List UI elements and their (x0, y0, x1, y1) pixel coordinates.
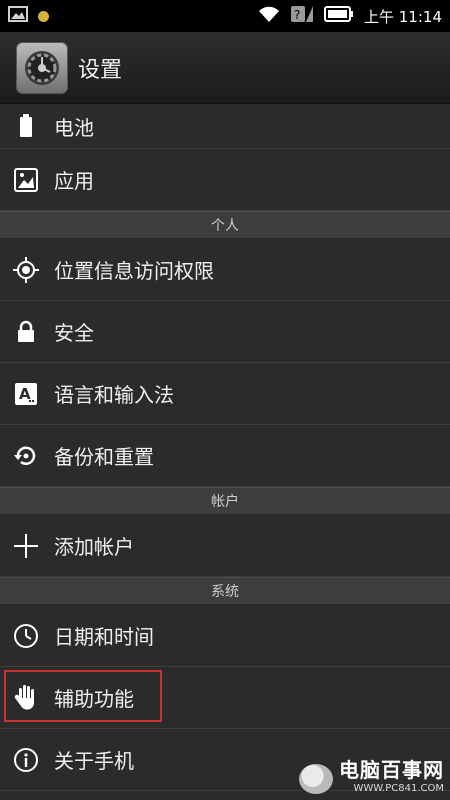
watermark-text: 电脑百事网 WWW.PC841.COM (339, 754, 444, 794)
watermark-logo-icon (299, 764, 333, 794)
battery-icon (12, 112, 40, 140)
watermark: 电脑百事网 WWW.PC841.COM (299, 754, 444, 794)
setting-label: 添加帐户 (54, 535, 134, 559)
watermark-main: 电脑百事网 (339, 758, 444, 782)
setting-label: 语言和输入法 (54, 383, 174, 407)
svg-text:?: ? (294, 8, 300, 22)
page-title: 设置 (78, 57, 123, 83)
wifi-icon (258, 5, 280, 27)
setting-label: 位置信息访问权限 (54, 259, 214, 283)
setting-label: 日期和时间 (54, 625, 154, 649)
setting-item-backup[interactable]: 备份和重置 (0, 425, 450, 487)
keyboard-letter-icon: A (12, 380, 40, 408)
setting-item-battery[interactable]: 电池 (0, 104, 450, 149)
clock-icon (12, 622, 40, 650)
setting-item-datetime[interactable]: 日期和时间 (0, 605, 450, 667)
setting-label: 关于手机 (54, 749, 134, 773)
setting-item-location[interactable]: 位置信息访问权限 (0, 239, 450, 301)
battery-status-icon (324, 6, 354, 26)
section-header-personal: 个人 (0, 211, 450, 239)
plus-icon (12, 532, 40, 560)
lock-icon (12, 318, 40, 346)
watermark-sub: WWW.PC841.COM (353, 783, 444, 794)
setting-label: 备份和重置 (54, 445, 154, 469)
setting-item-security[interactable]: 安全 (0, 301, 450, 363)
backup-restore-icon (12, 442, 40, 470)
setting-item-language[interactable]: A 语言和输入法 (0, 363, 450, 425)
settings-gear-icon[interactable] (16, 41, 68, 94)
location-target-icon (12, 256, 40, 284)
signal-icon: ? (290, 4, 314, 28)
setting-label: 安全 (54, 321, 94, 345)
apps-icon (12, 166, 40, 194)
setting-label: 应用 (54, 169, 94, 193)
notification-dot-icon (38, 10, 49, 22)
clock: 上午 11:14 (364, 7, 442, 26)
section-header-accounts: 帐户 (0, 487, 450, 515)
section-header-system: 系统 (0, 577, 450, 605)
settings-list: 电池 应用 个人 位置信息访问权限 安全 A 语言和输入法 备份和重置 帐户 添… (0, 104, 450, 791)
info-icon (12, 746, 40, 774)
hand-icon (12, 684, 40, 712)
setting-item-apps[interactable]: 应用 (0, 149, 450, 211)
gallery-icon (8, 6, 28, 26)
setting-label: 电池 (54, 115, 94, 140)
setting-item-accessibility[interactable]: 辅助功能 (0, 667, 450, 729)
status-bar: ? 上午 11:14 (0, 0, 450, 32)
setting-label: 辅助功能 (54, 687, 134, 711)
setting-item-add-account[interactable]: 添加帐户 (0, 515, 450, 577)
action-bar: 设置 (0, 32, 450, 104)
